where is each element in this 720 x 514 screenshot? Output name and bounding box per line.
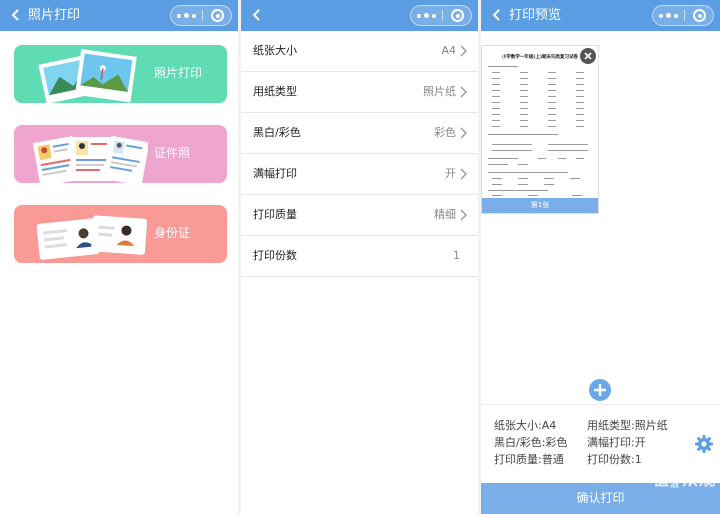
summary-full-bleed: 满幅打印:开 — [587, 436, 646, 449]
setting-value: 照片纸 — [423, 85, 456, 98]
resume-documents-icon — [32, 135, 148, 183]
mini-program-capsule — [652, 5, 714, 26]
more-icon[interactable] — [653, 6, 684, 25]
chevron-right-icon — [460, 209, 467, 221]
back-arrow-icon[interactable] — [249, 7, 265, 23]
mini-program-capsule — [170, 5, 232, 26]
card-label: 证件照 — [154, 146, 191, 160]
setting-row-paper-type[interactable]: 用纸类型 照片纸 — [241, 72, 478, 113]
setting-label: 打印质量 — [253, 208, 297, 221]
card-id-card[interactable]: 身份证 — [14, 205, 227, 263]
more-icon[interactable] — [171, 6, 202, 25]
setting-value: 彩色 — [434, 126, 456, 139]
chevron-right-icon — [460, 127, 467, 139]
navbar: 打印预览 — [481, 0, 720, 31]
close-target-icon[interactable] — [451, 9, 464, 22]
setting-row-copies[interactable]: 打印份数 1 — [241, 236, 478, 277]
summary-quality: 打印质量:普通 — [494, 453, 564, 466]
setting-row-full-bleed[interactable]: 满幅打印 开 — [241, 154, 478, 195]
setting-value: 开 — [445, 167, 456, 180]
photo-stack-icon — [38, 49, 137, 103]
summary-color: 黑白/彩色:彩色 — [494, 436, 568, 449]
remove-page-icon[interactable] — [580, 48, 596, 64]
card-label: 照片打印 — [154, 66, 203, 80]
setting-label: 满幅打印 — [253, 167, 297, 180]
navbar — [241, 0, 478, 31]
chevron-right-icon — [460, 168, 467, 180]
photo-print-screen: 照片打印 照片打印 证件照 身份证 — [0, 0, 238, 514]
setting-row-paper-size[interactable]: 纸张大小 A4 — [241, 31, 478, 72]
watermark-tail: 众观 — [682, 470, 717, 489]
chevron-right-icon — [460, 86, 467, 98]
id-cards-icon — [36, 215, 148, 260]
setting-label: 纸张大小 — [253, 44, 297, 57]
back-arrow-icon[interactable] — [8, 7, 24, 23]
page-title: 打印预览 — [509, 8, 562, 23]
summary-paper-type: 用纸类型:照片纸 — [587, 419, 668, 432]
card-label: 身份证 — [154, 226, 191, 240]
page-title: 照片打印 — [28, 8, 81, 23]
print-settings-screen: 纸张大小 A4 用纸类型 照片纸 黑白/彩色 彩色 满幅打印 开 打印质量 精细… — [241, 0, 478, 514]
setting-row-color-mode[interactable]: 黑白/彩色 彩色 — [241, 113, 478, 154]
page-label: 第1张 — [482, 198, 598, 213]
watermark: 值新浪 众观 — [653, 466, 716, 490]
setting-label: 打印份数 — [253, 249, 297, 262]
more-icon[interactable] — [411, 6, 442, 25]
summary-paper-size: 纸张大小:A4 — [494, 419, 557, 432]
setting-row-print-quality[interactable]: 打印质量 精细 — [241, 195, 478, 236]
document-content-lines — [488, 66, 588, 196]
back-arrow-icon[interactable] — [489, 7, 505, 23]
mini-program-capsule — [410, 5, 472, 26]
add-page-button[interactable] — [589, 379, 611, 401]
watermark-side: 新浪 — [670, 470, 681, 490]
close-target-icon[interactable] — [693, 9, 706, 22]
document-preview[interactable]: 小学数学一年级(上)期末归类复习试卷 第1张 — [481, 45, 599, 214]
chevron-right-icon — [460, 45, 467, 57]
gear-icon[interactable] — [694, 434, 714, 454]
setting-value: 精细 — [434, 208, 456, 221]
close-target-icon[interactable] — [211, 9, 224, 22]
summary-copies: 打印份数:1 — [587, 453, 642, 466]
setting-value: A4 — [441, 44, 456, 57]
card-id-photo[interactable]: 证件照 — [14, 125, 227, 183]
plus-icon — [594, 384, 606, 396]
navbar: 照片打印 — [0, 0, 238, 31]
card-photo-print[interactable]: 照片打印 — [14, 45, 227, 103]
copies-value[interactable]: 1 — [453, 248, 460, 264]
setting-label: 黑白/彩色 — [253, 126, 301, 139]
watermark-main: 值 — [653, 470, 671, 489]
setting-label: 用纸类型 — [253, 85, 297, 98]
print-preview-screen: 打印预览 小学数学一年级(上)期末归类复习试卷 第1张 纸张大小:A4 用纸类型… — [481, 0, 720, 514]
